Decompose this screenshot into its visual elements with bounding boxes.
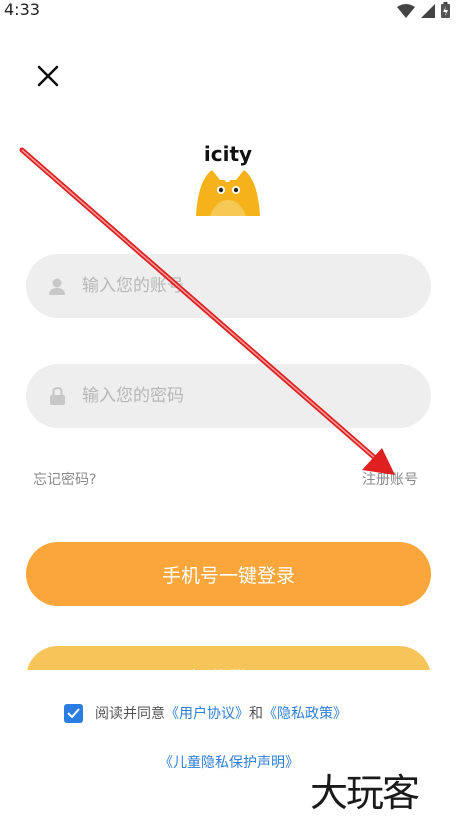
status-time: 4:33 — [4, 0, 40, 19]
status-bar: 4:33 — [0, 0, 458, 22]
child-privacy-link[interactable]: 《儿童隐私保护声明》 — [159, 755, 299, 771]
password-input[interactable] — [80, 385, 384, 407]
agree-checkbox[interactable] — [64, 703, 83, 723]
one-click-phone-login-button[interactable]: 手机号一键登录 — [26, 542, 431, 606]
close-icon — [37, 65, 59, 87]
agreement-and: 和 — [249, 706, 263, 722]
register-link[interactable]: 注册账号 — [362, 469, 418, 489]
agreement-row: 阅读并同意 《用户协议》 和 《隐私政策》 — [64, 703, 347, 723]
account-input-field[interactable] — [26, 254, 431, 318]
status-icons — [397, 2, 450, 22]
watermark: 大玩客 — [310, 771, 420, 815]
password-input-field[interactable] — [26, 364, 431, 428]
app-logo: icity — [190, 140, 266, 220]
close-button[interactable] — [34, 62, 62, 90]
agreement-prefix: 阅读并同意 — [95, 706, 165, 722]
signal-icon — [421, 3, 435, 22]
lock-icon — [48, 387, 66, 405]
user-icon — [48, 277, 66, 295]
account-input[interactable] — [80, 275, 384, 297]
wifi-icon — [397, 3, 415, 22]
battery-icon — [441, 2, 450, 22]
user-agreement-link[interactable]: 《用户协议》 — [165, 703, 249, 723]
forgot-password-link[interactable]: 忘记密码? — [33, 469, 96, 489]
check-icon — [67, 708, 80, 718]
logo-text: icity — [203, 142, 253, 166]
privacy-policy-link[interactable]: 《隐私政策》 — [263, 703, 347, 723]
mascot-logo-icon — [196, 170, 260, 216]
